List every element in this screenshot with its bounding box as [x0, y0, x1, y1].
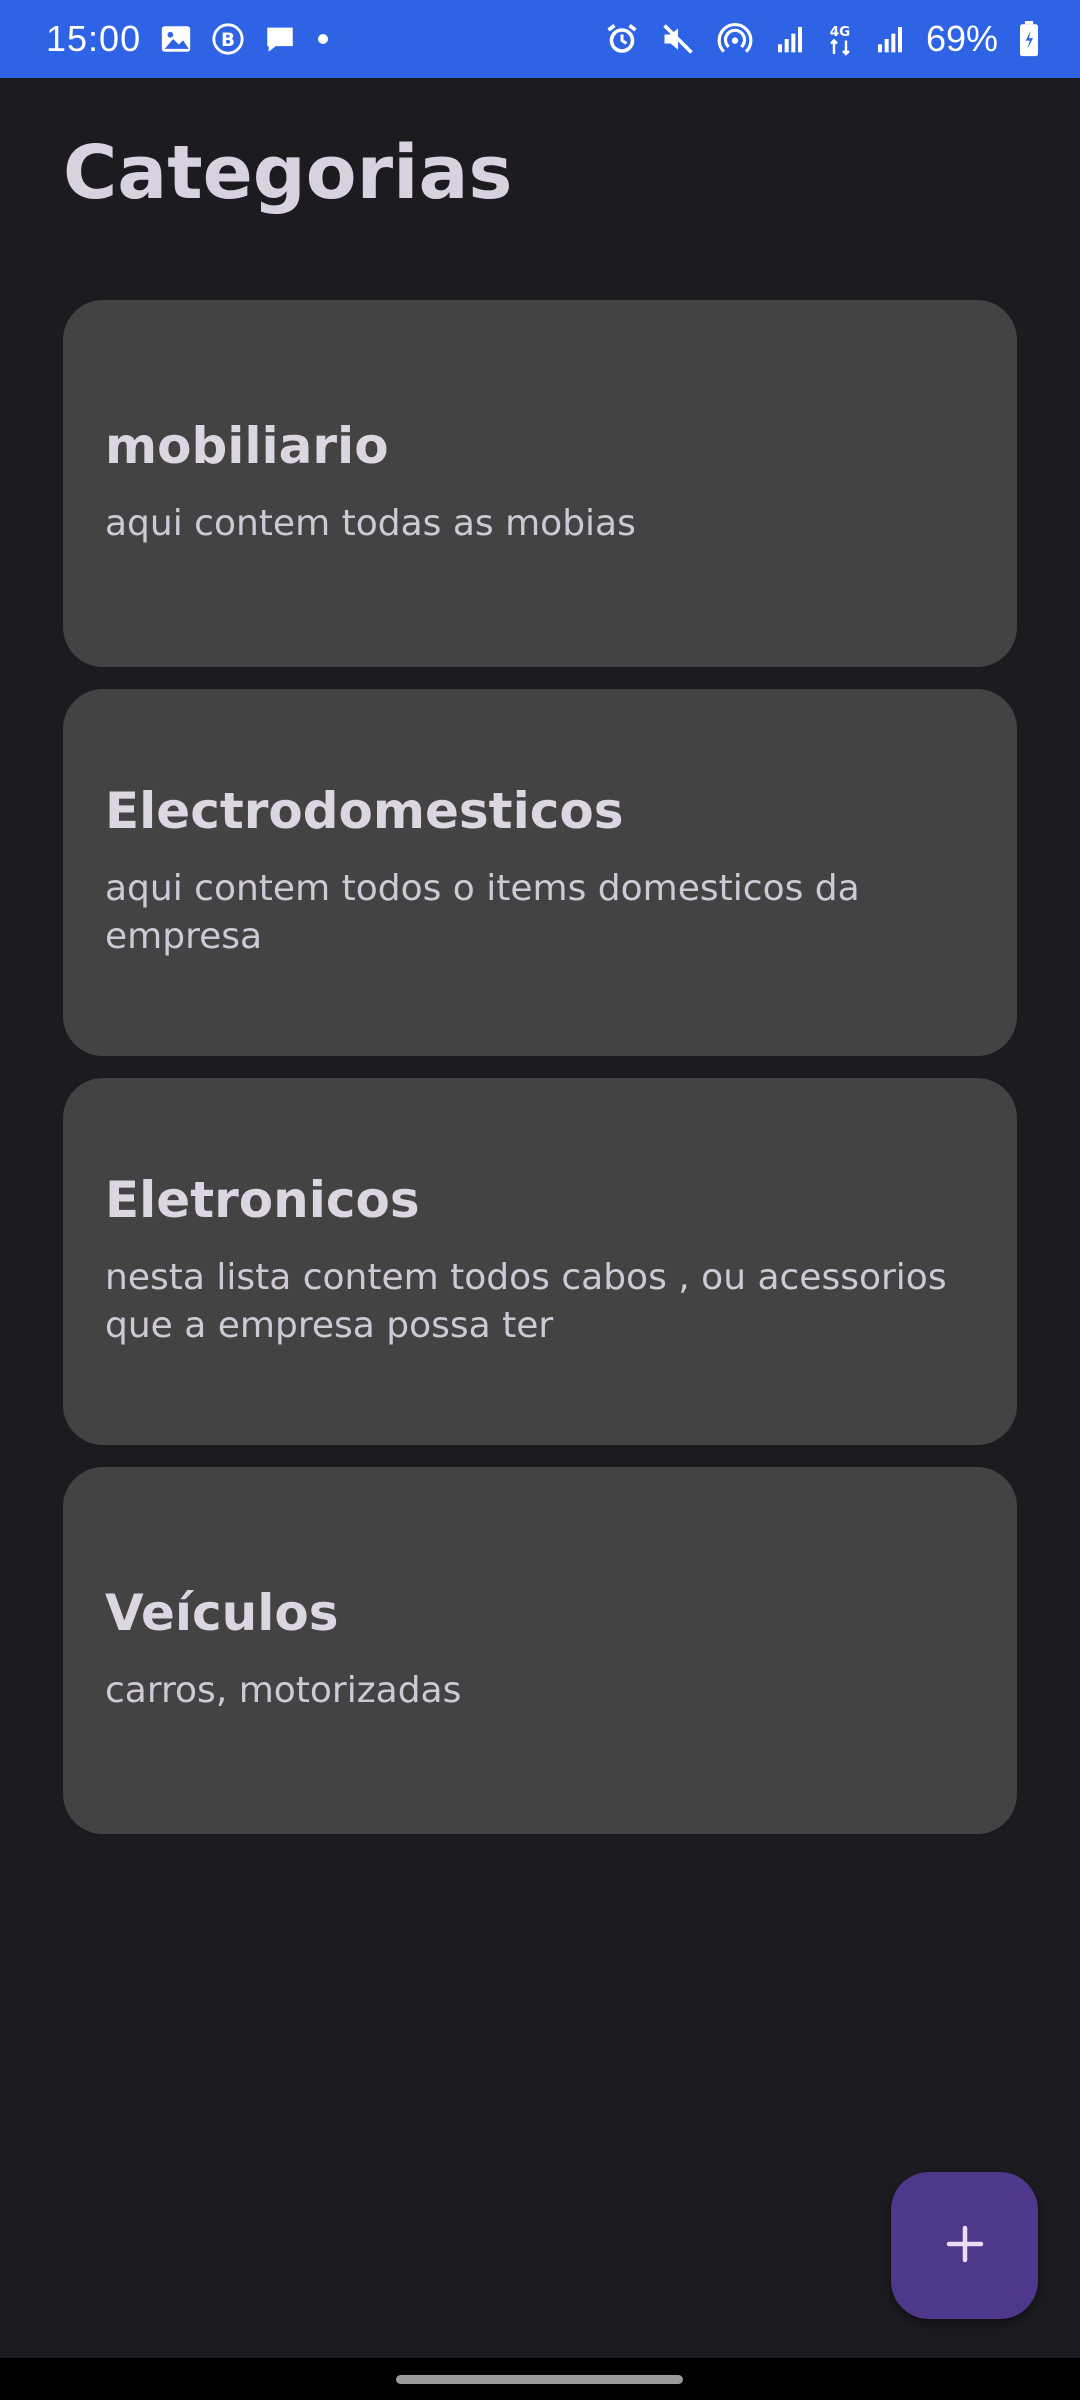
category-description: nesta lista contem todos cabos , ou aces… [105, 1257, 947, 1346]
b-app-icon: B [211, 22, 245, 56]
category-card[interactable]: mobiliario aqui contem todas as mobias [63, 300, 1017, 667]
category-card[interactable]: Veículos carros, motorizadas [63, 1467, 1017, 1834]
category-description: aqui contem todas as mobias [105, 503, 636, 545]
signal-icon [774, 23, 806, 55]
category-description: aqui contem todos o items domesticos da … [105, 868, 860, 957]
svg-text:4G: 4G [830, 24, 850, 40]
status-time: 15:00 [46, 18, 142, 59]
signal-icon-2 [874, 23, 906, 55]
status-bar: 15:00 B 4G 69% [0, 0, 1080, 78]
hotspot-icon [716, 20, 754, 58]
category-title: mobiliario [105, 417, 389, 476]
dot-icon [315, 31, 331, 47]
mute-icon [660, 21, 696, 57]
screen: 15:00 B 4G 69% Categorias mobiliario aqu… [0, 0, 1080, 2400]
battery-icon [1018, 21, 1040, 57]
category-list: mobiliario aqui contem todas as mobias E… [63, 300, 1017, 1856]
gallery-icon [159, 22, 193, 56]
alarm-icon [604, 21, 640, 57]
status-bar-left: 15:00 B [46, 18, 331, 60]
category-card[interactable]: Eletronicos nesta lista contem todos cab… [63, 1078, 1017, 1445]
battery-percentage: 69% [925, 18, 998, 59]
page-title: Categorias [63, 130, 513, 216]
status-bar-right: 4G 69% [604, 18, 1040, 60]
navigation-bar [0, 2358, 1080, 2400]
message-icon [263, 22, 297, 56]
category-title: Eletronicos [105, 1171, 420, 1230]
category-title: Veículos [105, 1584, 339, 1643]
plus-icon [943, 2222, 987, 2270]
category-title: Electrodomesticos [105, 782, 624, 841]
svg-text:B: B [221, 30, 235, 51]
category-description: carros, motorizadas [105, 1670, 462, 1712]
4g-signal-icon: 4G [826, 21, 854, 57]
add-category-button[interactable] [891, 2172, 1038, 2319]
home-gesture-handle[interactable] [396, 2375, 683, 2384]
category-card[interactable]: Electrodomesticos aqui contem todos o it… [63, 689, 1017, 1056]
